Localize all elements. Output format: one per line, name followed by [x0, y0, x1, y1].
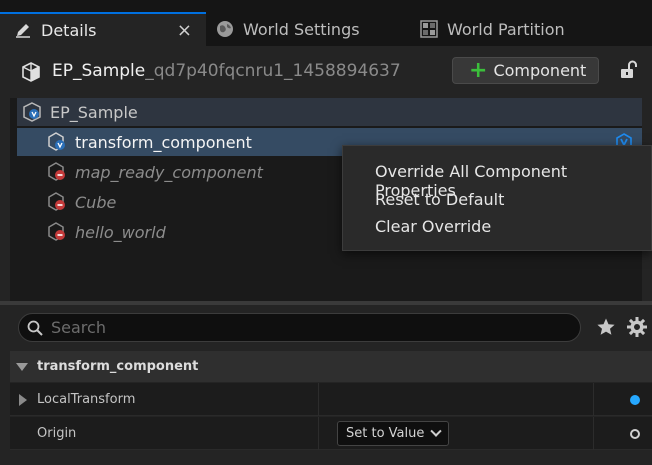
chevron-down-icon	[430, 425, 443, 437]
star-icon[interactable]	[596, 317, 616, 337]
tab-world-settings-label: World Settings	[243, 19, 360, 39]
origin-value-dropdown[interactable]: Set to Value	[337, 421, 449, 446]
search-input[interactable]: Search	[18, 313, 581, 342]
tree-root-label: EP_Sample	[50, 102, 138, 122]
expand-arrow-icon[interactable]	[19, 394, 27, 406]
component-removed-icon	[47, 222, 67, 242]
column-divider	[593, 383, 594, 416]
tab-details-label: Details	[41, 20, 97, 40]
section-header[interactable]: transform_component	[10, 351, 652, 382]
actor-name-text: EP_Sample	[52, 61, 146, 81]
tree-item-label: transform_component	[75, 132, 252, 152]
column-divider[interactable]	[318, 383, 319, 416]
tab-details[interactable]: Details ×	[0, 12, 206, 46]
details-panel: EP_Sample_qd7p40fqcnru1_1458894637 + Com…	[0, 46, 652, 465]
actor-id: _qd7p40fqcnru1_1458894637	[145, 61, 401, 81]
property-row-local-transform: LocalTransform	[10, 383, 652, 416]
override-indicator-icon[interactable]	[630, 429, 640, 439]
menu-item-clear-override[interactable]: Clear Override	[375, 217, 491, 236]
actor-name: EP_Sample_qd7p40fqcnru1_1458894637	[52, 61, 401, 81]
component-removed-icon	[47, 162, 67, 182]
override-indicator-icon[interactable]	[630, 395, 640, 405]
plus-icon: +	[469, 57, 488, 83]
property-label: Origin	[37, 426, 77, 441]
context-menu: Override All Component Properties Reset …	[342, 145, 652, 251]
pencil-icon	[14, 21, 32, 39]
collapse-arrow-icon[interactable]	[16, 362, 28, 371]
globe-icon	[216, 20, 234, 38]
tab-world-partition-label: World Partition	[447, 19, 565, 39]
dropdown-value: Set to Value	[346, 426, 425, 441]
search-row: Search	[0, 305, 652, 351]
actor-icon	[22, 62, 40, 82]
property-label: LocalTransform	[37, 392, 136, 407]
component-icon	[47, 132, 67, 152]
tab-world-partition[interactable]: World Partition	[420, 12, 640, 46]
tab-world-settings[interactable]: World Settings	[216, 12, 406, 46]
component-removed-icon	[47, 192, 67, 212]
tree-item-label: hello_world	[75, 222, 166, 242]
menu-item-reset-to-default[interactable]: Reset to Default	[375, 190, 504, 209]
details-header: EP_Sample_qd7p40fqcnru1_1458894637 + Com…	[0, 46, 652, 98]
tree-item-label: Cube	[75, 192, 117, 212]
tree-item-label: map_ready_component	[75, 162, 263, 182]
search-icon	[27, 320, 43, 336]
tree-root-row[interactable]: EP_Sample	[17, 98, 642, 126]
unlock-icon[interactable]	[618, 60, 638, 80]
gear-icon[interactable]	[626, 316, 648, 338]
actor-blueprint-icon	[22, 102, 42, 122]
property-row-origin: Origin Set to Value	[10, 417, 652, 450]
search-placeholder: Search	[51, 318, 106, 337]
section-title: transform_component	[37, 359, 199, 374]
tab-bar: Details × World Settings World Partition	[0, 0, 652, 46]
column-divider	[593, 417, 594, 450]
column-divider[interactable]	[318, 417, 319, 450]
add-component-label: Component	[493, 61, 587, 80]
close-icon[interactable]: ×	[177, 20, 192, 41]
add-component-button[interactable]: + Component	[452, 57, 599, 84]
grid-icon	[420, 20, 438, 38]
